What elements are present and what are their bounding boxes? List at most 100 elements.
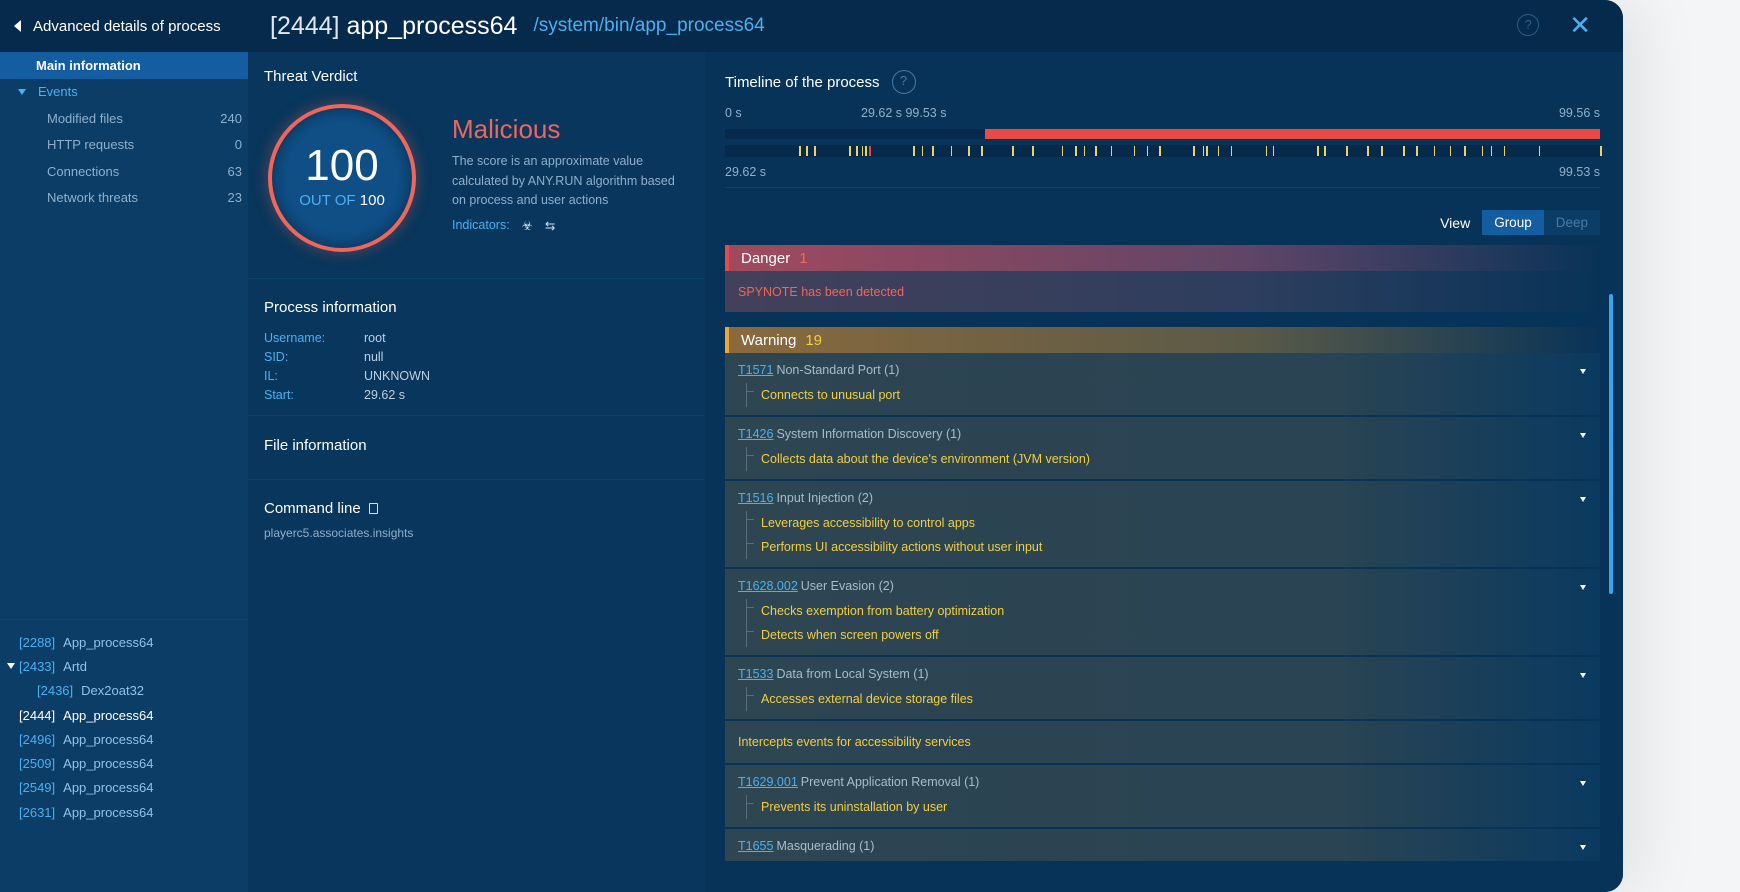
- timeline-event-tick[interactable]: [849, 146, 851, 156]
- timeline-event-tick[interactable]: [921, 146, 924, 156]
- process-tree-item[interactable]: [2288] App_process64: [0, 630, 248, 654]
- help-icon[interactable]: ?: [891, 70, 916, 94]
- timeline-event-tick[interactable]: [806, 146, 808, 156]
- technique-link[interactable]: T1571: [738, 363, 773, 377]
- technique-link[interactable]: T1629.001: [738, 775, 798, 789]
- process-tree-item[interactable]: [2436] Dex2oat32: [0, 679, 248, 703]
- timeline-event-tick[interactable]: [814, 146, 816, 156]
- timeline-event-tick[interactable]: [1324, 146, 1326, 156]
- timeline-event-tick[interactable]: [1217, 146, 1220, 156]
- chevron-down-icon[interactable]: [1580, 673, 1586, 678]
- timeline-event-tick[interactable]: [1012, 146, 1014, 156]
- timeline-event-tick[interactable]: [1061, 146, 1064, 156]
- timeline-event-tick[interactable]: [1206, 146, 1208, 156]
- warning-item[interactable]: T1426 System Information Discovery (1) Col…: [725, 417, 1600, 481]
- timeline-event-tick[interactable]: [1075, 146, 1077, 156]
- chevron-down-icon[interactable]: [1580, 433, 1586, 438]
- timeline-event-tick[interactable]: [1503, 146, 1506, 156]
- file-information-section[interactable]: File information: [248, 416, 705, 480]
- sidebar-item-connections[interactable]: Connections 63: [0, 158, 248, 185]
- timeline-event-tick[interactable]: [932, 146, 934, 156]
- timeline-event-tick[interactable]: [1110, 146, 1113, 156]
- danger-header[interactable]: Danger 1: [725, 245, 1600, 271]
- timeline-event-tick[interactable]: [1416, 146, 1418, 156]
- timeline-event-tick[interactable]: [865, 146, 867, 156]
- process-tree-item[interactable]: [2631] App_process64: [0, 800, 248, 824]
- warning-item[interactable]: T1629.001 Prevent Application Removal (1)…: [725, 765, 1600, 829]
- process-tree-item[interactable]: [2509] App_process64: [0, 751, 248, 775]
- timeline-event-tick[interactable]: [913, 146, 915, 156]
- technique-link[interactable]: T1516: [738, 491, 773, 505]
- technique-link[interactable]: T1533: [738, 667, 773, 681]
- biohazard-icon[interactable]: ☣: [522, 218, 533, 233]
- scrollbar[interactable]: [1609, 294, 1613, 594]
- timeline-event-tick[interactable]: [1403, 146, 1405, 156]
- technique-link[interactable]: T1426: [738, 427, 773, 441]
- timeline-events-track[interactable]: [725, 145, 1602, 157]
- timeline-danger-tick[interactable]: [869, 146, 871, 156]
- view-deep-button[interactable]: Deep: [1543, 210, 1600, 235]
- timeline-event-tick[interactable]: [1265, 146, 1268, 156]
- timeline-event-tick[interactable]: [1202, 146, 1205, 156]
- timeline-event-tick[interactable]: [1193, 146, 1195, 156]
- timeline-event-tick[interactable]: [1600, 146, 1602, 156]
- timeline-event-tick[interactable]: [1490, 146, 1493, 156]
- warning-item[interactable]: T1516 Input Injection (2) Leverages access…: [725, 481, 1600, 569]
- sidebar-item-modified-files[interactable]: Modified files 240: [0, 105, 248, 132]
- danger-item[interactable]: SPYNOTE has been detected: [725, 271, 1600, 312]
- timeline-event-tick[interactable]: [1095, 146, 1097, 156]
- timeline-event-tick[interactable]: [1159, 146, 1161, 156]
- timeline-event-tick[interactable]: [968, 146, 970, 156]
- timeline-event-tick[interactable]: [950, 146, 953, 156]
- timeline-event-tick[interactable]: [856, 146, 858, 156]
- process-tree-item[interactable]: [2496] App_process64: [0, 727, 248, 751]
- warning-item[interactable]: T1533 Data from Local System (1) Accesses …: [725, 657, 1600, 721]
- sidebar-item-main-information[interactable]: Main information: [0, 52, 248, 79]
- chevron-down-icon[interactable]: [1580, 781, 1586, 786]
- chevron-down-icon[interactable]: [1580, 497, 1586, 502]
- timeline-event-tick[interactable]: [1032, 146, 1034, 156]
- process-tree-item[interactable]: [2433] Artd: [0, 654, 248, 678]
- timeline-event-tick[interactable]: [1083, 146, 1086, 156]
- back-button[interactable]: Advanced details of process: [0, 18, 248, 35]
- timeline-event-tick[interactable]: [1464, 146, 1466, 156]
- timeline-event-tick[interactable]: [1538, 146, 1541, 156]
- chevron-down-icon[interactable]: [1580, 585, 1586, 590]
- warning-header[interactable]: Warning 19: [725, 327, 1600, 353]
- sidebar-item-network-threats[interactable]: Network threats 23: [0, 185, 248, 212]
- sidebar-item-http-requests[interactable]: HTTP requests 0: [0, 132, 248, 159]
- technique-link[interactable]: T1655: [738, 839, 773, 853]
- timeline-event-tick[interactable]: [1230, 146, 1233, 156]
- chevron-down-icon[interactable]: [1580, 369, 1586, 374]
- timeline-event-tick[interactable]: [1381, 146, 1383, 156]
- timeline-event-tick[interactable]: [1146, 146, 1149, 156]
- process-tree-item[interactable]: [2549] App_process64: [0, 776, 248, 800]
- warning-item[interactable]: Intercepts events for accessibility serv…: [725, 721, 1600, 765]
- timeline-bar[interactable]: [725, 129, 1600, 139]
- timeline-event-tick[interactable]: [1133, 146, 1136, 156]
- help-icon[interactable]: ?: [1517, 14, 1540, 36]
- timeline-event-tick[interactable]: [799, 146, 801, 156]
- timeline-event-tick[interactable]: [1433, 146, 1436, 156]
- timeline-event-tick[interactable]: [1367, 146, 1369, 156]
- event-label: HTTP requests: [47, 137, 135, 153]
- timeline-event-tick[interactable]: [1346, 146, 1348, 156]
- sidebar-item-events[interactable]: Events: [0, 79, 248, 105]
- network-exchange-icon[interactable]: ⇆: [545, 218, 555, 233]
- close-icon[interactable]: ✕: [1569, 12, 1591, 38]
- chevron-down-icon[interactable]: [1580, 845, 1586, 850]
- view-group-button[interactable]: Group: [1482, 210, 1544, 235]
- technique-link[interactable]: T1628.002: [738, 579, 798, 593]
- warning-item[interactable]: T1571 Non-Standard Port (1) Connects to un…: [725, 353, 1600, 417]
- timeline-event-tick[interactable]: [861, 146, 863, 156]
- timeline-event-tick[interactable]: [1449, 146, 1451, 156]
- timeline-event-tick[interactable]: [1481, 146, 1484, 156]
- copy-icon[interactable]: [368, 503, 378, 514]
- warning-item[interactable]: T1628.002 User Evasion (2) Checks exemptio…: [725, 569, 1600, 657]
- process-name: Artd: [63, 658, 87, 674]
- timeline-event-tick[interactable]: [1317, 146, 1319, 156]
- warning-item[interactable]: T1655 Masquerading (1): [725, 829, 1600, 863]
- timeline-event-tick[interactable]: [981, 146, 983, 156]
- process-tree-item[interactable]: [2444] App_process64: [0, 703, 248, 727]
- timeline-event-tick[interactable]: [1272, 146, 1275, 156]
